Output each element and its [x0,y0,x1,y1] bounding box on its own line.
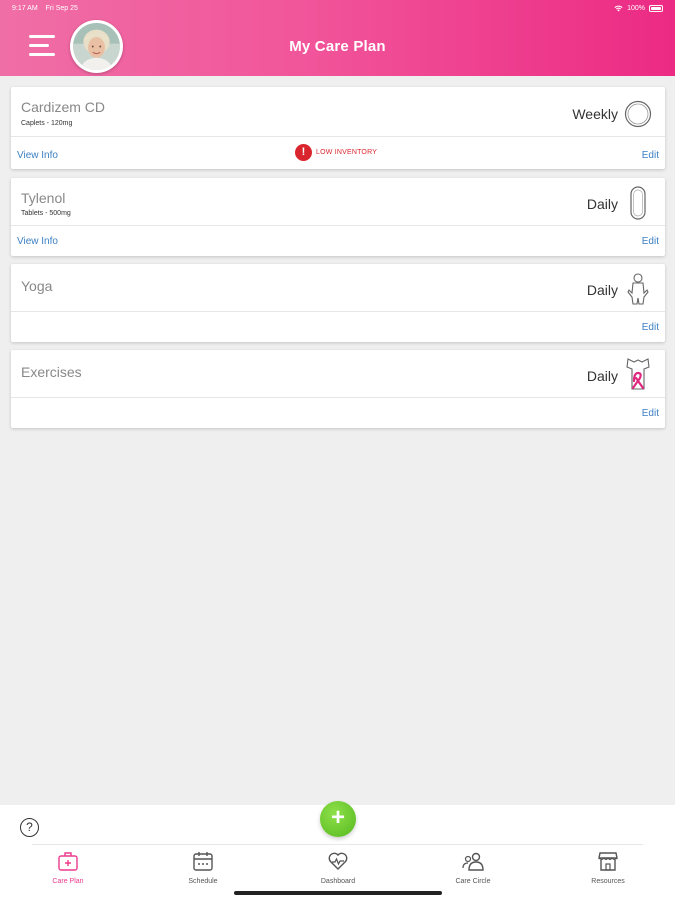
tab-label: Dashboard [320,878,356,885]
care-item-card[interactable]: Tylenol Tablets - 500mg Daily View Info … [11,178,665,256]
medkit-icon [58,852,78,871]
care-item-name: Yoga [21,278,53,294]
exercise-ribbon-icon [626,358,650,390]
care-item-detail: Tablets - 500mg [21,210,71,217]
tab-label: Resources [591,878,625,885]
people-icon [462,852,484,871]
care-item-frequency: Daily [586,282,618,298]
capsule-pill-icon [630,186,646,220]
alert-icon: ! [295,144,312,161]
status-time: 9:17 AM [12,4,38,12]
care-item-card[interactable]: Yoga Daily Edit [11,264,665,342]
status-bar: 9:17 AM Fri Sep 25 100% [0,0,675,16]
low-inventory-alert: ! LOW INVENTORY [295,144,377,161]
tab-divider [32,844,643,845]
store-icon [598,852,618,871]
edit-link[interactable]: Edit [642,236,659,247]
help-button[interactable]: ? [20,818,39,837]
round-pill-icon [624,100,652,128]
page-title: My Care Plan [289,38,386,55]
yoga-figure-icon [627,273,649,305]
home-indicator [234,891,442,895]
edit-link[interactable]: Edit [642,408,659,419]
care-item-card[interactable]: Cardizem CD Caplets - 120mg Weekly View … [11,87,665,169]
calendar-icon [193,852,213,871]
tab-dashboard[interactable]: Dashboard [283,848,393,885]
care-item-name: Exercises [21,364,82,380]
heart-pulse-icon [328,852,348,870]
edit-link[interactable]: Edit [642,322,659,333]
care-item-card[interactable]: Exercises Daily Edit [11,350,665,428]
care-item-frequency: Weekly [572,106,618,122]
wifi-icon [614,5,623,11]
tab-label: Schedule [188,878,218,885]
tab-label: Care Circle [455,878,491,885]
tab-label: Care Plan [52,878,84,885]
status-date: Fri Sep 25 [45,4,78,12]
add-button[interactable]: + [320,801,356,837]
care-item-name: Tylenol [21,190,66,206]
view-info-link[interactable]: View Info [17,150,58,161]
care-item-detail: Caplets - 120mg [21,120,73,127]
care-item-name: Cardizem CD [21,99,106,115]
tab-care-plan[interactable]: Care Plan [13,848,123,885]
low-inventory-label: LOW INVENTORY [316,149,378,156]
battery-icon [649,4,663,12]
edit-link[interactable]: Edit [642,150,659,161]
view-info-link[interactable]: View Info [17,236,58,247]
tab-care-circle[interactable]: Care Circle [418,848,528,885]
care-item-frequency: Daily [586,368,618,384]
battery-percent: 100% [627,4,645,12]
care-item-frequency: Daily [586,196,618,212]
app-header: 9:17 AM Fri Sep 25 100% My Care Plan [0,0,675,76]
tab-resources[interactable]: Resources [553,848,663,885]
tab-schedule[interactable]: Schedule [148,848,258,885]
